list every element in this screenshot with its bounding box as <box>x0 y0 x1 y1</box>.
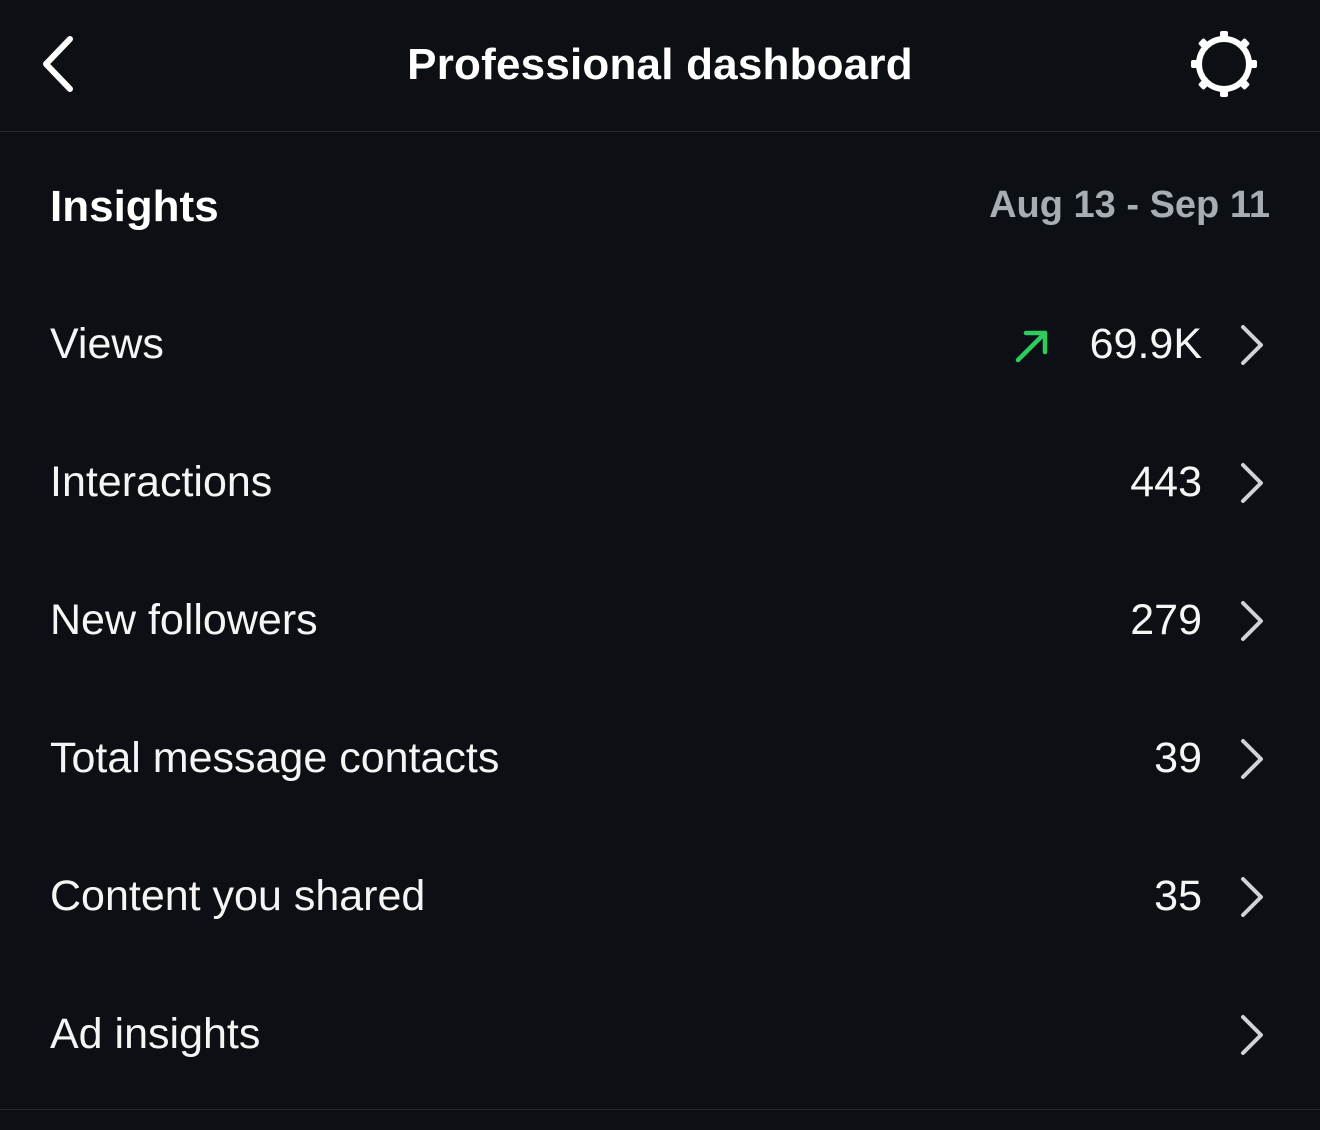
insight-label: Views <box>50 320 164 368</box>
insight-label: Interactions <box>50 458 273 506</box>
settings-button[interactable] <box>1184 30 1264 102</box>
chevron-right-icon <box>1236 322 1266 368</box>
insight-row-message-contacts[interactable]: Total message contacts 39 <box>0 690 1320 828</box>
insights-header: Insights Aug 13 - Sep 11 <box>50 180 1270 236</box>
chevron-right-icon <box>1236 1012 1266 1058</box>
insight-value: 39 <box>1154 734 1202 782</box>
insight-row-interactions[interactable]: Interactions 443 <box>0 414 1320 552</box>
chevron-right-icon <box>1236 874 1266 920</box>
top-bar: Professional dashboard <box>0 0 1320 132</box>
insights-list: Views 69.9K Interactions 443 New followe… <box>0 276 1320 1104</box>
insight-label: Content you shared <box>50 872 426 920</box>
chevron-right-icon <box>1236 460 1266 506</box>
insight-value: 35 <box>1154 872 1202 920</box>
trend-up-arrow-icon <box>1012 326 1052 366</box>
insight-value: 443 <box>1130 458 1202 506</box>
date-range[interactable]: Aug 13 - Sep 11 <box>989 184 1270 227</box>
chevron-right-icon <box>1236 598 1266 644</box>
section-title: Insights <box>50 182 219 231</box>
page-title: Professional dashboard <box>407 40 913 89</box>
insight-value: 279 <box>1130 596 1202 644</box>
gear-icon <box>1189 29 1259 104</box>
insight-row-views[interactable]: Views 69.9K <box>0 276 1320 414</box>
insight-label: Total message contacts <box>50 734 500 782</box>
insight-label: New followers <box>50 596 318 644</box>
insight-value: 69.9K <box>1089 320 1202 368</box>
chevron-right-icon <box>1236 736 1266 782</box>
insight-label: Ad insights <box>50 1010 261 1058</box>
insight-row-ad-insights[interactable]: Ad insights <box>0 966 1320 1104</box>
insight-row-new-followers[interactable]: New followers 279 <box>0 552 1320 690</box>
divider <box>0 1109 1320 1110</box>
insight-row-content-shared[interactable]: Content you shared 35 <box>0 828 1320 966</box>
